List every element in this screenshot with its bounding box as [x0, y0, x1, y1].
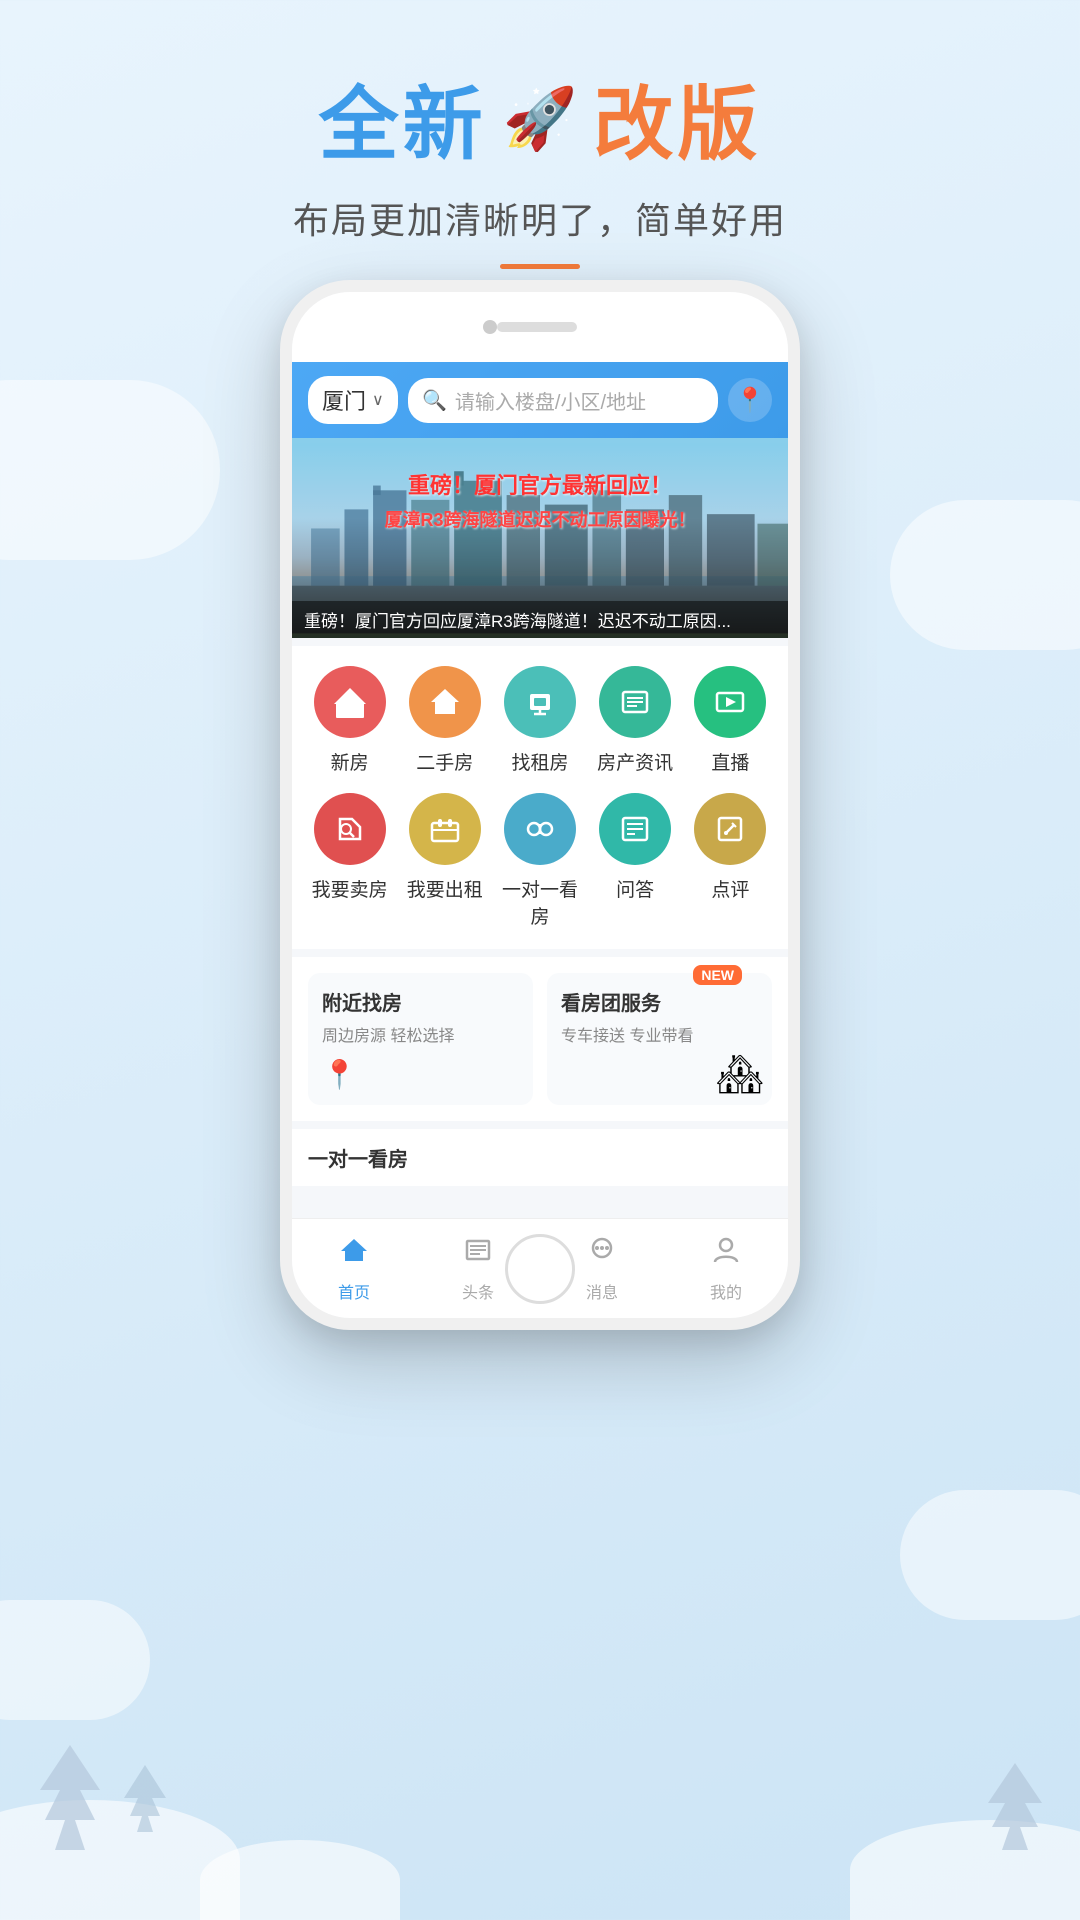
group-card-title: 看房团服务: [561, 987, 758, 1016]
review-icon: [694, 793, 766, 865]
live-icon: [694, 666, 766, 738]
menu-label-review: 点评: [711, 875, 749, 902]
phone-screen: 厦门 ∨ 🔍 请输入楼盘/小区/地址 📍: [292, 292, 788, 1318]
bg-cloud-right: [890, 500, 1080, 650]
menu-item-rent[interactable]: 找租房: [496, 666, 584, 775]
rent-icon: [504, 666, 576, 738]
nav-home-label: 首页: [338, 1279, 370, 1303]
snow-hill-center: [200, 1840, 400, 1920]
search-placeholder: 请输入楼盘/小区/地址: [455, 386, 646, 415]
sell-icon: [314, 793, 386, 865]
nav-item-profile[interactable]: 我的: [664, 1235, 788, 1303]
top-subtitle: 布局更加清晰明了，简单好用: [0, 192, 1080, 244]
phone-outer: 厦门 ∨ 🔍 请输入楼盘/小区/地址 📍: [280, 280, 800, 1330]
top-underline: [500, 264, 580, 269]
qa-icon: [599, 793, 671, 865]
menu-item-review[interactable]: 点评: [686, 793, 774, 929]
app-content: 厦门 ∨ 🔍 请输入楼盘/小区/地址 📍: [292, 362, 788, 1218]
tree-right: [980, 1755, 1050, 1860]
menu-label-onetone: 一对一看房: [496, 875, 584, 929]
menu-row-2: 我要卖房: [302, 793, 778, 929]
nav-headlines-label: 头条: [462, 1279, 494, 1303]
menu-item-qa[interactable]: 问答: [591, 793, 679, 929]
menu-item-lease[interactable]: 我要出租: [401, 793, 489, 929]
group-tour-card[interactable]: NEW 看房团服务 专车接送 专业带看 🏘: [547, 973, 772, 1105]
city-name: 厦门: [322, 384, 366, 416]
bg-cloud-bottom-left: [0, 1600, 150, 1720]
phone-notch: [292, 292, 788, 362]
top-banner: 全新 🚀 改版 布局更加清晰明了，简单好用: [0, 60, 1080, 269]
nearby-card-subtitle: 周边房源 轻松选择: [322, 1022, 519, 1046]
group-card-subtitle: 专车接送 专业带看: [561, 1022, 758, 1046]
onetone-icon: [504, 793, 576, 865]
menu-label-qa: 问答: [616, 875, 654, 902]
speaker: [497, 322, 577, 332]
location-icon: 📍: [735, 386, 765, 415]
menu-label-news: 房产资讯: [597, 748, 673, 775]
menu-item-live[interactable]: 直播: [686, 666, 774, 775]
menu-row-1: 新房 二手房: [302, 666, 778, 775]
nav-item-home[interactable]: 首页: [292, 1235, 416, 1303]
banner-headline: 重磅！厦门官方最新回应！: [292, 468, 788, 500]
menu-label-sell: 我要卖房: [312, 875, 388, 902]
title-left: 全新: [319, 60, 487, 176]
city-selector[interactable]: 厦门 ∨: [308, 376, 398, 424]
title-right: 改版: [593, 60, 761, 176]
location-button[interactable]: 📍: [728, 378, 772, 422]
nav-messages-label: 消息: [586, 1279, 618, 1303]
menu-label-new-house: 新房: [331, 748, 369, 775]
cards-row: 附近找房 周边房源 轻松选择 📍 NEW 看房团服务 专车接送 专业带看 🏘: [308, 973, 772, 1105]
home-button[interactable]: [505, 1234, 575, 1304]
lease-icon: [409, 793, 481, 865]
menu-item-news[interactable]: 房产资讯: [591, 666, 679, 775]
menu-item-new-house[interactable]: 新房: [306, 666, 394, 775]
bg-cloud-bottom-right: [900, 1490, 1080, 1620]
app-header: 厦门 ∨ 🔍 请输入楼盘/小区/地址 📍: [292, 362, 788, 438]
new-badge: NEW: [693, 965, 742, 985]
nav-home-icon: [339, 1235, 369, 1273]
menu-section: 新房 二手房: [292, 646, 788, 949]
nav-headlines-icon: [463, 1235, 493, 1273]
tree-small-left: [120, 1760, 170, 1840]
nav-profile-label: 我的: [710, 1279, 742, 1303]
single-card-title: 一对一看房: [308, 1143, 772, 1172]
map-pin-icon: 📍: [322, 1059, 357, 1090]
rocket-icon: 🚀: [503, 83, 578, 154]
menu-item-second-house[interactable]: 二手房: [401, 666, 489, 775]
search-bar[interactable]: 🔍 请输入楼盘/小区/地址: [408, 378, 718, 423]
menu-label-rent: 找租房: [511, 748, 568, 775]
nearby-card[interactable]: 附近找房 周边房源 轻松选择 📍: [308, 973, 533, 1105]
second-house-icon: [409, 666, 481, 738]
search-icon: 🔍: [422, 388, 447, 413]
nav-profile-icon: [711, 1235, 741, 1273]
banner-sub: 厦漳R3跨海隧道迟迟不动工原因曝光！: [292, 506, 788, 532]
menu-label-second-house: 二手房: [416, 748, 473, 775]
nav-messages-icon: [587, 1235, 617, 1273]
news-icon: [599, 666, 671, 738]
camera-dot: [483, 320, 497, 334]
banner-caption: 重磅！厦门官方回应厦漳R3跨海隧道！迟迟不动工原因...: [292, 601, 788, 638]
single-card-section: 一对一看房: [292, 1129, 788, 1186]
nearby-card-title: 附近找房: [322, 987, 519, 1016]
top-title-row: 全新 🚀 改版: [0, 60, 1080, 176]
new-house-icon: [314, 666, 386, 738]
bg-cloud-left: [0, 380, 220, 560]
menu-label-lease: 我要出租: [407, 875, 483, 902]
phone-device: 厦门 ∨ 🔍 请输入楼盘/小区/地址 📍: [280, 280, 800, 1330]
bottom-cards-section: 附近找房 周边房源 轻松选择 📍 NEW 看房团服务 专车接送 专业带看 🏘: [292, 957, 788, 1121]
menu-item-sell[interactable]: 我要卖房: [306, 793, 394, 929]
banner-text: 重磅！厦门官方最新回应！ 厦漳R3跨海隧道迟迟不动工原因曝光！: [292, 468, 788, 532]
menu-item-onetone[interactable]: 一对一看房: [496, 793, 584, 929]
building-illustration: 🏘: [716, 1053, 764, 1097]
banner-section[interactable]: 重磅！厦门官方最新回应！ 厦漳R3跨海隧道迟迟不动工原因曝光！ 重磅！厦门官方回…: [292, 438, 788, 638]
city-dropdown-icon: ∨: [372, 390, 384, 410]
tree-left: [30, 1735, 110, 1860]
menu-label-live: 直播: [711, 748, 749, 775]
